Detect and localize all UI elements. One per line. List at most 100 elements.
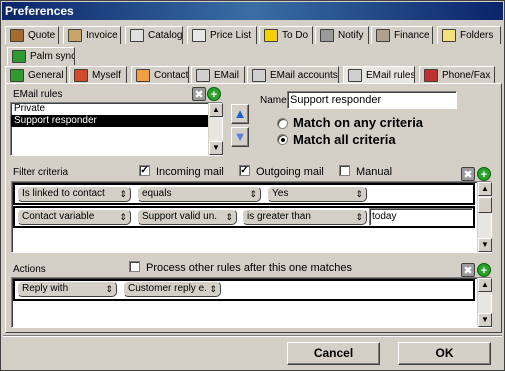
- tab-to-do[interactable]: To Do: [259, 26, 313, 44]
- tab-label: Notify: [338, 30, 364, 41]
- action-type-select[interactable]: Reply with ⇕: [17, 281, 117, 297]
- window-title: Preferences: [2, 2, 503, 20]
- tab-label: Palm sync: [30, 51, 75, 62]
- outgoing-mail-label: Outgoing mail: [256, 166, 324, 178]
- tab-phone-fax[interactable]: Phone/Fax: [419, 66, 495, 84]
- criteria-field-value: Contact variable: [22, 211, 95, 222]
- criteria-scrollbar[interactable]: ▲ ▼: [477, 182, 492, 252]
- criteria-field-value: Is linked to contact: [22, 188, 105, 199]
- tab-myself[interactable]: Myself: [69, 66, 127, 84]
- rule-name-input[interactable]: Support responder: [287, 91, 457, 109]
- criteria-operator-select[interactable]: equals ⇕: [137, 186, 261, 202]
- scroll-down-icon[interactable]: ▼: [478, 238, 492, 252]
- manual-label: Manual: [356, 166, 393, 178]
- delete-criteria-trash-icon[interactable]: ✖: [461, 167, 475, 181]
- criteria-value-select[interactable]: Yes ⇕: [267, 186, 367, 202]
- contact-icon: [136, 69, 150, 82]
- myself-icon: [74, 69, 88, 82]
- actions-label: Actions: [13, 264, 46, 275]
- add-action-plus-icon[interactable]: +: [477, 263, 491, 277]
- tab-quote[interactable]: Quote: [5, 26, 59, 44]
- tab-label: Catalog: [148, 30, 183, 41]
- tab-contact[interactable]: Contact: [131, 66, 189, 84]
- tab-label: Finance: [394, 30, 430, 41]
- tab-general[interactable]: General: [5, 66, 67, 84]
- scroll-up-icon[interactable]: ▲: [478, 278, 492, 292]
- email-rules-icon: [348, 69, 362, 82]
- criteria-subfield-select[interactable]: Support valid un. ⇕: [137, 209, 237, 225]
- criteria-value-input[interactable]: today: [369, 208, 473, 226]
- match-all-radio[interactable]: [277, 134, 288, 145]
- tab-label: General: [28, 70, 64, 81]
- add-rule-plus-icon[interactable]: +: [207, 87, 221, 101]
- todo-icon: [264, 29, 278, 42]
- invoice-icon: [68, 29, 82, 42]
- email-accounts-icon: [252, 69, 266, 82]
- criteria-field-select[interactable]: Contact variable ⇕: [17, 209, 131, 225]
- cancel-button[interactable]: Cancel: [287, 342, 380, 365]
- preferences-window: Preferences Quote Invoice Catalog Price Lis…: [0, 0, 505, 371]
- radio-selected-dot: [281, 138, 285, 142]
- tab-label: Price List: [210, 30, 252, 41]
- match-any-radio[interactable]: [277, 118, 288, 129]
- tab-email[interactable]: EMail: [191, 66, 245, 84]
- updown-arrow-icon: ⇕: [355, 212, 363, 222]
- scroll-thumb[interactable]: [478, 197, 492, 213]
- criteria-operator-value: equals: [142, 188, 172, 199]
- phone-icon: [424, 69, 438, 82]
- tab-label: Folders: [460, 30, 494, 41]
- email-rule-item[interactable]: Private: [11, 103, 222, 115]
- scroll-down-icon[interactable]: ▼: [478, 313, 492, 327]
- criteria-operator-select[interactable]: is greater than ⇕: [242, 209, 367, 225]
- name-label: Name: [260, 95, 287, 106]
- outgoing-mail-checkbox[interactable]: ✓: [239, 165, 250, 176]
- updown-arrow-icon: ⇕: [119, 189, 127, 199]
- catalog-icon: [130, 29, 144, 42]
- criteria-value-text: Yes: [272, 188, 289, 199]
- tab-palm-sync[interactable]: Palm sync: [7, 47, 75, 65]
- tab-label: Contact: [154, 70, 189, 81]
- action-value-select[interactable]: Customer reply e. ⇕: [123, 281, 221, 297]
- ok-button[interactable]: OK: [398, 342, 491, 365]
- process-other-rules-checkbox[interactable]: [129, 261, 140, 272]
- manual-checkbox[interactable]: [339, 165, 350, 176]
- tab-email-rules[interactable]: EMail rules: [343, 66, 415, 84]
- notify-icon: [320, 29, 334, 42]
- tab-email-accounts[interactable]: EMail accounts: [247, 66, 339, 84]
- palm-icon: [12, 50, 26, 63]
- tab-finance[interactable]: Finance: [371, 26, 433, 44]
- updown-arrow-icon: ⇕: [225, 212, 233, 222]
- move-rule-down-button[interactable]: ▼: [231, 127, 249, 147]
- tab-catalog[interactable]: Catalog: [125, 26, 183, 44]
- add-criteria-plus-icon[interactable]: +: [477, 167, 491, 181]
- email-rules-list[interactable]: Private Support responder: [10, 102, 223, 156]
- scroll-up-icon[interactable]: ▲: [478, 182, 492, 196]
- incoming-mail-label: Incoming mail: [156, 166, 224, 178]
- tab-label: Myself: [92, 70, 121, 81]
- match-all-label: Match all criteria: [293, 132, 396, 147]
- tab-label: To Do: [282, 30, 309, 41]
- incoming-mail-checkbox[interactable]: ✓: [139, 165, 150, 176]
- move-rule-up-button[interactable]: ▲: [231, 104, 249, 124]
- actions-scrollbar[interactable]: ▲ ▼: [477, 278, 492, 327]
- action-value-text: Customer reply e.: [128, 283, 207, 294]
- bottom-divider: [3, 335, 502, 337]
- tab-label: Quote: [28, 30, 56, 41]
- tab-notify[interactable]: Notify: [315, 26, 369, 44]
- email-rule-item-selected[interactable]: Support responder: [11, 115, 222, 127]
- delete-action-trash-icon[interactable]: ✖: [461, 263, 475, 277]
- tab-price-list[interactable]: Price List: [187, 26, 257, 44]
- scroll-down-icon[interactable]: ▼: [209, 141, 223, 155]
- tab-folders[interactable]: Folders: [437, 26, 501, 44]
- tab-label: EMail: [214, 70, 240, 81]
- quote-icon: [10, 29, 24, 42]
- updown-arrow-icon: ⇕: [355, 189, 363, 199]
- rules-list-scrollbar[interactable]: ▲ ▼: [208, 103, 223, 155]
- scroll-up-icon[interactable]: ▲: [209, 103, 223, 117]
- process-other-rules-label: Process other rules after this one match…: [146, 262, 353, 274]
- criteria-field-select[interactable]: Is linked to contact ⇕: [17, 186, 131, 202]
- tab-label: Phone/Fax: [442, 70, 491, 81]
- delete-rule-trash-icon[interactable]: ✖: [192, 87, 206, 101]
- tab-invoice[interactable]: Invoice: [63, 26, 121, 44]
- updown-arrow-icon: ⇕: [249, 189, 257, 199]
